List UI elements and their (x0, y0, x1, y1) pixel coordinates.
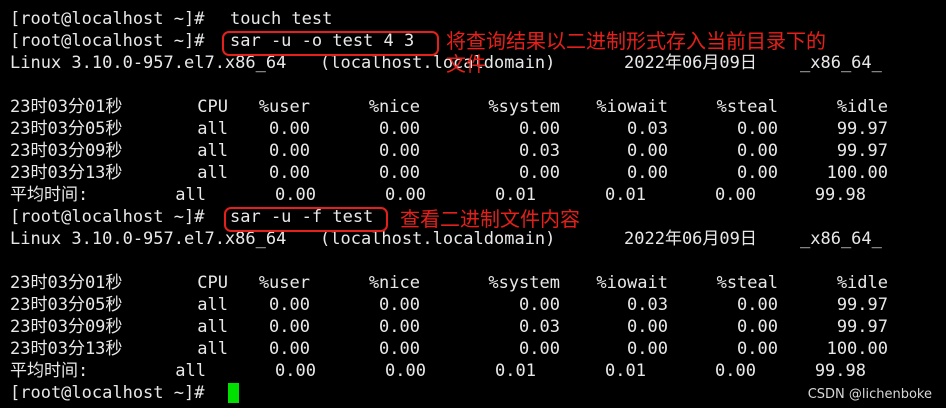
value-cell: 0.03 (519, 141, 560, 161)
time-cell: 23时03分01秒 (10, 273, 123, 293)
value-cell: 0.00 (379, 163, 420, 183)
column-header: %user (258, 273, 310, 293)
value-cell: 0.00 (519, 295, 560, 315)
average-value: 0.01 (495, 361, 536, 381)
average-value: 0.01 (605, 185, 646, 205)
column-header: %user (258, 97, 310, 117)
time-cell: 23时03分09秒 (10, 317, 123, 337)
highlight-box-read-command (224, 207, 388, 232)
value-cell: 0.00 (737, 141, 778, 161)
value-cell: 99.97 (836, 141, 888, 161)
annotation-view-binary: 查看二进制文件内容 (400, 207, 580, 231)
value-cell: 0.00 (519, 163, 560, 183)
value-cell: 0.00 (379, 119, 420, 139)
column-header: %iowait (596, 273, 668, 293)
architecture: _x86_64_ (800, 229, 882, 249)
column-header: %system (488, 273, 560, 293)
average-value: 99.98 (814, 361, 866, 381)
column-header: %system (488, 97, 560, 117)
value-cell: 100.00 (826, 339, 888, 359)
value-cell: 0.00 (737, 339, 778, 359)
average-value: 0.00 (275, 185, 316, 205)
average-value: 0.01 (605, 361, 646, 381)
value-cell: 0.00 (519, 339, 560, 359)
average-value: 99.98 (814, 185, 866, 205)
value-cell: 0.00 (627, 339, 668, 359)
column-header: %steal (716, 273, 778, 293)
value-cell: 99.97 (836, 119, 888, 139)
value-cell: 0.00 (737, 295, 778, 315)
average-label: 平均时间: (10, 361, 89, 381)
watermark-text: CSDN @lichenboke (807, 387, 932, 402)
value-cell: 0.00 (627, 141, 668, 161)
report-date: 2022年06月09日 (624, 229, 757, 249)
value-cell: 0.00 (519, 119, 560, 139)
column-header: %nice (368, 273, 420, 293)
average-value: 0.00 (385, 185, 426, 205)
terminal-window[interactable]: [root@localhost ~]# touch test [root@local… (0, 0, 946, 408)
value-cell: 0.00 (737, 317, 778, 337)
value-cell: 0.00 (627, 317, 668, 337)
value-cell: 0.03 (627, 295, 668, 315)
time-cell: 23时03分13秒 (10, 163, 123, 183)
value-cell: 0.00 (379, 141, 420, 161)
average-value: 0.00 (385, 361, 426, 381)
command-text: touch test (230, 9, 333, 29)
value-cell: 99.97 (836, 317, 888, 337)
shell-prompt: [root@localhost ~]# (10, 9, 205, 29)
column-header: %idle (836, 97, 888, 117)
average-label: 平均时间: (10, 185, 89, 205)
value-cell: 0.00 (269, 141, 310, 161)
shell-prompt: [root@localhost ~]# (10, 31, 205, 51)
column-header: %iowait (596, 97, 668, 117)
value-cell: 0.03 (519, 317, 560, 337)
average-value: 0.00 (275, 361, 316, 381)
column-header: %nice (368, 97, 420, 117)
value-cell: 100.00 (826, 163, 888, 183)
average-value: 0.00 (715, 185, 756, 205)
shell-prompt: [root@localhost ~]# (10, 207, 205, 227)
value-cell: 0.00 (269, 317, 310, 337)
time-cell: 23时03分05秒 (10, 295, 123, 315)
column-header: %idle (836, 273, 888, 293)
time-cell: 23时03分09秒 (10, 141, 123, 161)
value-cell: 0.00 (269, 339, 310, 359)
value-cell: 0.00 (627, 163, 668, 183)
average-value: all (175, 361, 206, 381)
average-value: all (175, 185, 206, 205)
value-cell: 0.03 (627, 119, 668, 139)
value-cell: 0.00 (379, 317, 420, 337)
terminal-cursor[interactable] (228, 383, 239, 403)
annotation-save-to-binary: 将查询结果以二进制形式存入当前目录下的 文件 (446, 29, 826, 76)
time-cell: 23时03分05秒 (10, 119, 123, 139)
value-cell: 0.00 (269, 119, 310, 139)
average-value: 0.00 (715, 361, 756, 381)
value-cell: 0.00 (269, 295, 310, 315)
value-cell: 0.00 (379, 339, 420, 359)
value-cell: 99.97 (836, 295, 888, 315)
value-cell: 0.00 (269, 163, 310, 183)
value-cell: 0.00 (379, 295, 420, 315)
average-value: 0.01 (495, 185, 536, 205)
value-cell: 0.00 (737, 119, 778, 139)
time-cell: 23时03分13秒 (10, 339, 123, 359)
value-cell: 0.00 (737, 163, 778, 183)
shell-prompt: [root@localhost ~]# (10, 383, 205, 403)
highlight-box-save-command (222, 31, 439, 56)
column-header: %steal (716, 97, 778, 117)
time-cell: 23时03分01秒 (10, 97, 123, 117)
